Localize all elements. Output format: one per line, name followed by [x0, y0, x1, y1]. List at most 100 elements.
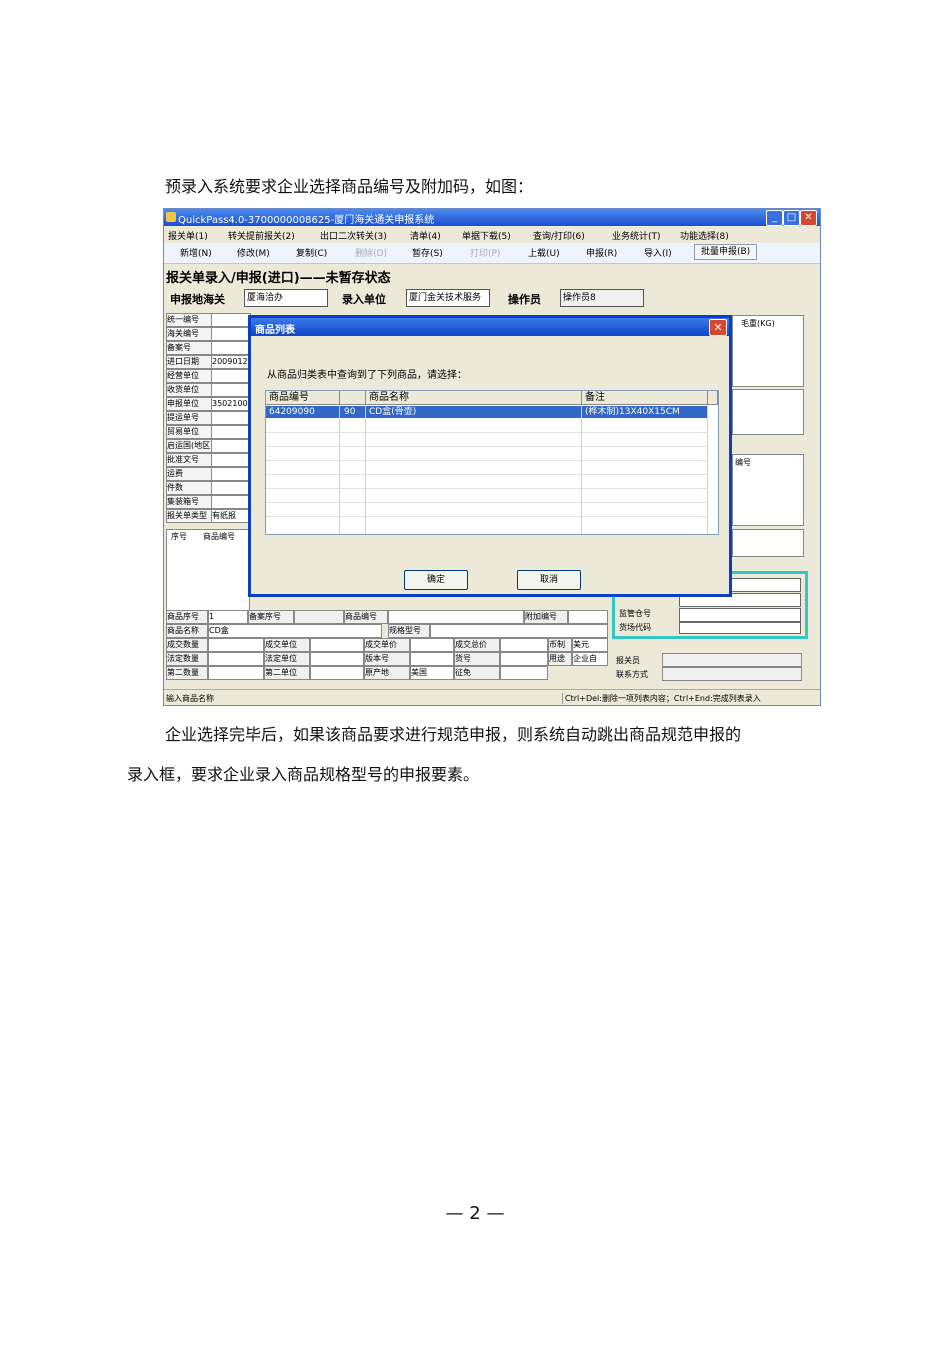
- menu-item[interactable]: 清单(4): [410, 229, 441, 242]
- menu-item[interactable]: 业务统计(T): [612, 229, 661, 242]
- deal-unit-field[interactable]: [310, 638, 364, 652]
- upload-button[interactable]: 上载(U): [528, 246, 560, 259]
- customs-label: 申报地海关: [170, 293, 225, 306]
- goods-name-field[interactable]: CD盒: [208, 624, 382, 638]
- usage-field[interactable]: 企业自: [572, 652, 608, 666]
- grid-line: [266, 460, 708, 461]
- goods-name-label: 商品名称: [166, 624, 208, 638]
- goods-grid[interactable]: 商品编号 商品名称 备注 64209090 90 CD盒(骨壶) (桦木制)13…: [265, 390, 719, 535]
- field-value[interactable]: [211, 439, 251, 453]
- goods-list[interactable]: 序号 商品编号: [166, 529, 250, 611]
- menu-bar: 报关单(1) 转关提前报关(2) 出口二次转关(3) 清单(4) 单据下载(5)…: [164, 226, 820, 242]
- levy-field[interactable]: [500, 666, 548, 680]
- field-value[interactable]: [211, 425, 251, 439]
- field-label: 运费: [166, 467, 212, 481]
- entry-unit-field[interactable]: 厦门金关技术服务: [406, 289, 490, 307]
- close-button[interactable]: ✕: [800, 210, 817, 226]
- cancel-button[interactable]: 取消: [517, 570, 581, 590]
- dialog-close-icon[interactable]: ✕: [709, 319, 727, 336]
- version-field[interactable]: [410, 652, 454, 666]
- minimize-button[interactable]: _: [766, 210, 783, 226]
- row-name: CD盒(骨壶): [369, 407, 417, 417]
- dialog-title: 商品列表: [255, 325, 295, 336]
- menu-item[interactable]: 转关提前报关(2): [228, 229, 295, 242]
- field-value[interactable]: [211, 481, 251, 495]
- import-button[interactable]: 导入(I): [644, 246, 672, 259]
- field-value[interactable]: [211, 341, 251, 355]
- edit-button[interactable]: 修改(M): [237, 246, 270, 259]
- record-seq-field[interactable]: [294, 610, 344, 624]
- field-value[interactable]: 有纸报: [211, 509, 251, 523]
- field-value[interactable]: 3502100: [211, 397, 251, 411]
- form-title: 报关单录入/申报(进口)——未暂存状态: [166, 271, 391, 286]
- version-label: 版本号: [364, 652, 410, 666]
- ok-button[interactable]: 确定: [404, 570, 468, 590]
- menu-item[interactable]: 查询/打印(6): [533, 229, 585, 242]
- unit-price-field[interactable]: [410, 638, 454, 652]
- column-header-extra[interactable]: [340, 391, 366, 405]
- menu-item[interactable]: 出口二次转关(3): [320, 229, 387, 242]
- grid-line: [266, 488, 708, 489]
- second-unit-field[interactable]: [310, 666, 364, 680]
- origin-label: 原产地: [364, 666, 410, 680]
- batch-declare-button[interactable]: 批量申报(B): [694, 244, 758, 260]
- field-value[interactable]: [211, 327, 251, 341]
- maximize-button[interactable]: □: [783, 210, 800, 226]
- delete-button[interactable]: 删除(D): [355, 246, 387, 259]
- menu-item[interactable]: 报关单(1): [168, 229, 208, 242]
- operator-field[interactable]: 操作员8: [560, 289, 644, 307]
- grid-line: [339, 405, 340, 534]
- menu-item[interactable]: 单据下载(5): [462, 229, 511, 242]
- intro-paragraph: 预录入系统要求企业选择商品编号及附加码，如图：: [165, 177, 534, 196]
- column-header-name[interactable]: 商品名称: [366, 391, 582, 405]
- extra-code-field[interactable]: [568, 610, 608, 624]
- menu-item[interactable]: 功能选择(8): [680, 229, 729, 242]
- declare-button[interactable]: 申报(R): [586, 246, 617, 259]
- contact-field[interactable]: [662, 667, 802, 681]
- row-extra: 90: [344, 407, 356, 417]
- declarant-field[interactable]: [662, 653, 802, 667]
- deal-unit-label: 成交单位: [264, 638, 310, 652]
- field-label: 申报单位: [166, 397, 212, 411]
- origin-field[interactable]: 美国: [410, 666, 454, 680]
- field-value[interactable]: [211, 453, 251, 467]
- spec-field[interactable]: [430, 624, 608, 638]
- field-value[interactable]: [211, 313, 251, 327]
- second-qty-label: 第二数量: [166, 666, 208, 680]
- status-left: 输入商品名称: [166, 694, 214, 703]
- field-value[interactable]: [211, 467, 251, 481]
- deal-qty-field[interactable]: [208, 638, 264, 652]
- field-value[interactable]: 2009012: [211, 355, 251, 369]
- legal-qty-field[interactable]: [208, 652, 264, 666]
- total-price-field[interactable]: [500, 638, 548, 652]
- yard-code-field[interactable]: [679, 622, 801, 634]
- grid-line: [365, 405, 366, 534]
- field-label: 件数: [166, 481, 212, 495]
- legal-qty-label: 法定数量: [166, 652, 208, 666]
- field-value[interactable]: [211, 383, 251, 397]
- field-value[interactable]: [211, 411, 251, 425]
- print-button[interactable]: 打印(P): [470, 246, 500, 259]
- yard-code-label: 货场代码: [619, 623, 651, 632]
- field-value[interactable]: [211, 369, 251, 383]
- goods-seq-field[interactable]: 1: [208, 610, 248, 624]
- currency-field[interactable]: 美元: [572, 638, 608, 652]
- extra-code-label: 附加编号: [524, 610, 568, 624]
- dialog-message: 从商品归类表中查询到了下列商品，请选择：: [267, 370, 467, 381]
- copy-button[interactable]: 复制(C): [296, 246, 327, 259]
- grid-line: [266, 516, 708, 517]
- field-label: 经营单位: [166, 369, 212, 383]
- table-row[interactable]: 64209090 90 CD盒(骨壶) (桦木制)13X40X15CM: [266, 406, 708, 418]
- goods-code-field[interactable]: [388, 610, 524, 624]
- new-button[interactable]: 新增(N): [180, 246, 212, 259]
- column-header-remark[interactable]: 备注: [582, 391, 708, 405]
- customs-field[interactable]: 厦海洽办: [244, 289, 328, 307]
- warehouse-no-field[interactable]: [679, 608, 801, 622]
- legal-unit-field[interactable]: [310, 652, 364, 666]
- item-no-field[interactable]: [500, 652, 548, 666]
- column-header-code[interactable]: 商品编号: [266, 391, 340, 405]
- field-value[interactable]: [211, 495, 251, 509]
- second-qty-field[interactable]: [208, 666, 264, 680]
- right-panel-top: 毛重(KG): [732, 315, 804, 387]
- save-draft-button[interactable]: 暂存(S): [412, 246, 443, 259]
